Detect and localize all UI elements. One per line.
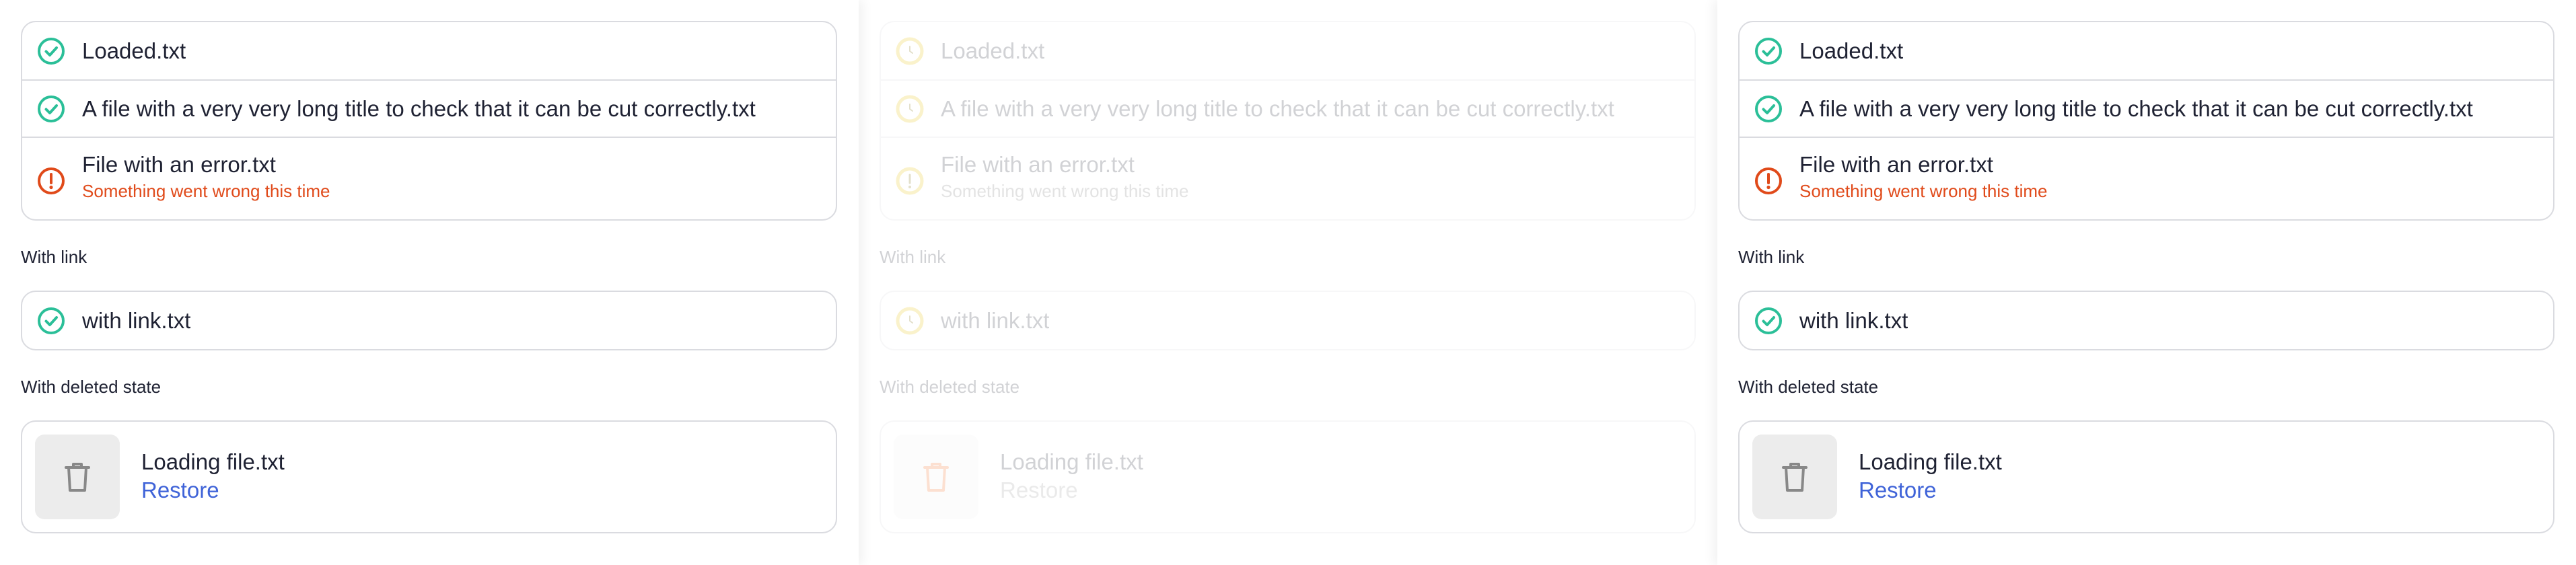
- link-file-card: with link.txt: [880, 291, 1696, 350]
- file-row-link[interactable]: with link.txt: [1740, 292, 2553, 349]
- page: Loaded.txt A file with a very very long …: [0, 0, 2576, 565]
- file-row-error[interactable]: File with an error.txt Something went wr…: [22, 137, 836, 219]
- panel-2: Loaded.txt A file with a very very long …: [859, 0, 1717, 565]
- trash-icon: [923, 463, 949, 492]
- restore-link[interactable]: Restore: [1859, 476, 2002, 505]
- file-row[interactable]: A file with a very very long title to ch…: [881, 79, 1694, 137]
- file-name: File with an error.txt: [941, 152, 1135, 177]
- file-thumbnail: [1752, 435, 1837, 519]
- section-label-with-link: With link: [880, 247, 946, 267]
- file-link[interactable]: with link.txt: [82, 307, 190, 334]
- clock-icon: [896, 37, 924, 65]
- file-row[interactable]: A file with a very very long title to ch…: [1740, 79, 2553, 137]
- file-name: Loaded.txt: [1799, 38, 1904, 63]
- deleted-file-card: Loading file.txt Restore: [880, 420, 1696, 533]
- deleted-file-name: Loading file.txt: [1000, 449, 1143, 474]
- file-thumbnail: [35, 435, 120, 519]
- check-circle-icon: [1755, 307, 1782, 334]
- check-circle-icon: [38, 307, 65, 334]
- deleted-file-card: Loading file.txt Restore: [21, 420, 837, 533]
- check-circle-icon: [1755, 37, 1782, 65]
- trash-icon: [65, 463, 90, 492]
- error-circle-icon: [1755, 167, 1782, 194]
- error-message: Something went wrong this time: [82, 181, 330, 201]
- section-label-with-link: With link: [1738, 247, 1805, 267]
- link-file-card: with link.txt: [21, 291, 837, 350]
- section-label-deleted: With deleted state: [880, 377, 1020, 397]
- clock-icon: [896, 307, 924, 334]
- error-message: Something went wrong this time: [941, 181, 1189, 201]
- file-row-link[interactable]: with link.txt: [881, 292, 1694, 349]
- file-list: Loaded.txt A file with a very very long …: [21, 21, 837, 221]
- check-circle-icon: [38, 95, 65, 122]
- file-name: A file with a very very long title to ch…: [82, 96, 756, 121]
- error-circle-icon: [38, 167, 65, 194]
- file-name: File with an error.txt: [1799, 152, 1993, 177]
- file-name: Loaded.txt: [941, 38, 1045, 63]
- file-link[interactable]: with link.txt: [1799, 307, 1908, 334]
- file-row-error[interactable]: File with an error.txt Something went wr…: [881, 137, 1694, 219]
- file-row-link[interactable]: with link.txt: [22, 292, 836, 349]
- file-name: A file with a very very long title to ch…: [1799, 96, 2473, 121]
- file-link[interactable]: with link.txt: [941, 307, 1049, 334]
- file-name: A file with a very very long title to ch…: [941, 96, 1614, 121]
- link-file-card: with link.txt: [1738, 291, 2554, 350]
- file-row[interactable]: Loaded.txt: [22, 22, 836, 79]
- file-list: Loaded.txt A file with a very very long …: [1738, 21, 2554, 221]
- section-label-deleted: With deleted state: [1738, 377, 1879, 397]
- deleted-file-name: Loading file.txt: [1859, 449, 2002, 474]
- deleted-file-name: Loading file.txt: [141, 449, 285, 474]
- restore-link[interactable]: Restore: [1000, 476, 1143, 505]
- file-row-error[interactable]: File with an error.txt Something went wr…: [1740, 137, 2553, 219]
- panel-3: Loaded.txt A file with a very very long …: [1717, 0, 2576, 565]
- restore-link[interactable]: Restore: [141, 476, 285, 505]
- warning-circle-icon: [896, 167, 924, 195]
- panel-1: Loaded.txt A file with a very very long …: [0, 0, 859, 565]
- deleted-file-card: Loading file.txt Restore: [1738, 420, 2554, 533]
- check-circle-icon: [38, 37, 65, 65]
- trash-icon: [1782, 463, 1808, 492]
- file-thumbnail: [894, 435, 978, 519]
- check-circle-icon: [1755, 95, 1782, 122]
- error-message: Something went wrong this time: [1799, 181, 2048, 201]
- clock-icon: [896, 95, 924, 122]
- section-label-deleted: With deleted state: [21, 377, 162, 397]
- file-row[interactable]: Loaded.txt: [1740, 22, 2553, 79]
- file-name: File with an error.txt: [82, 152, 276, 177]
- file-name: Loaded.txt: [82, 38, 186, 63]
- file-row[interactable]: A file with a very very long title to ch…: [22, 79, 836, 137]
- file-list: Loaded.txt A file with a very very long …: [880, 21, 1696, 221]
- file-row[interactable]: Loaded.txt: [881, 22, 1694, 79]
- section-label-with-link: With link: [21, 247, 87, 267]
